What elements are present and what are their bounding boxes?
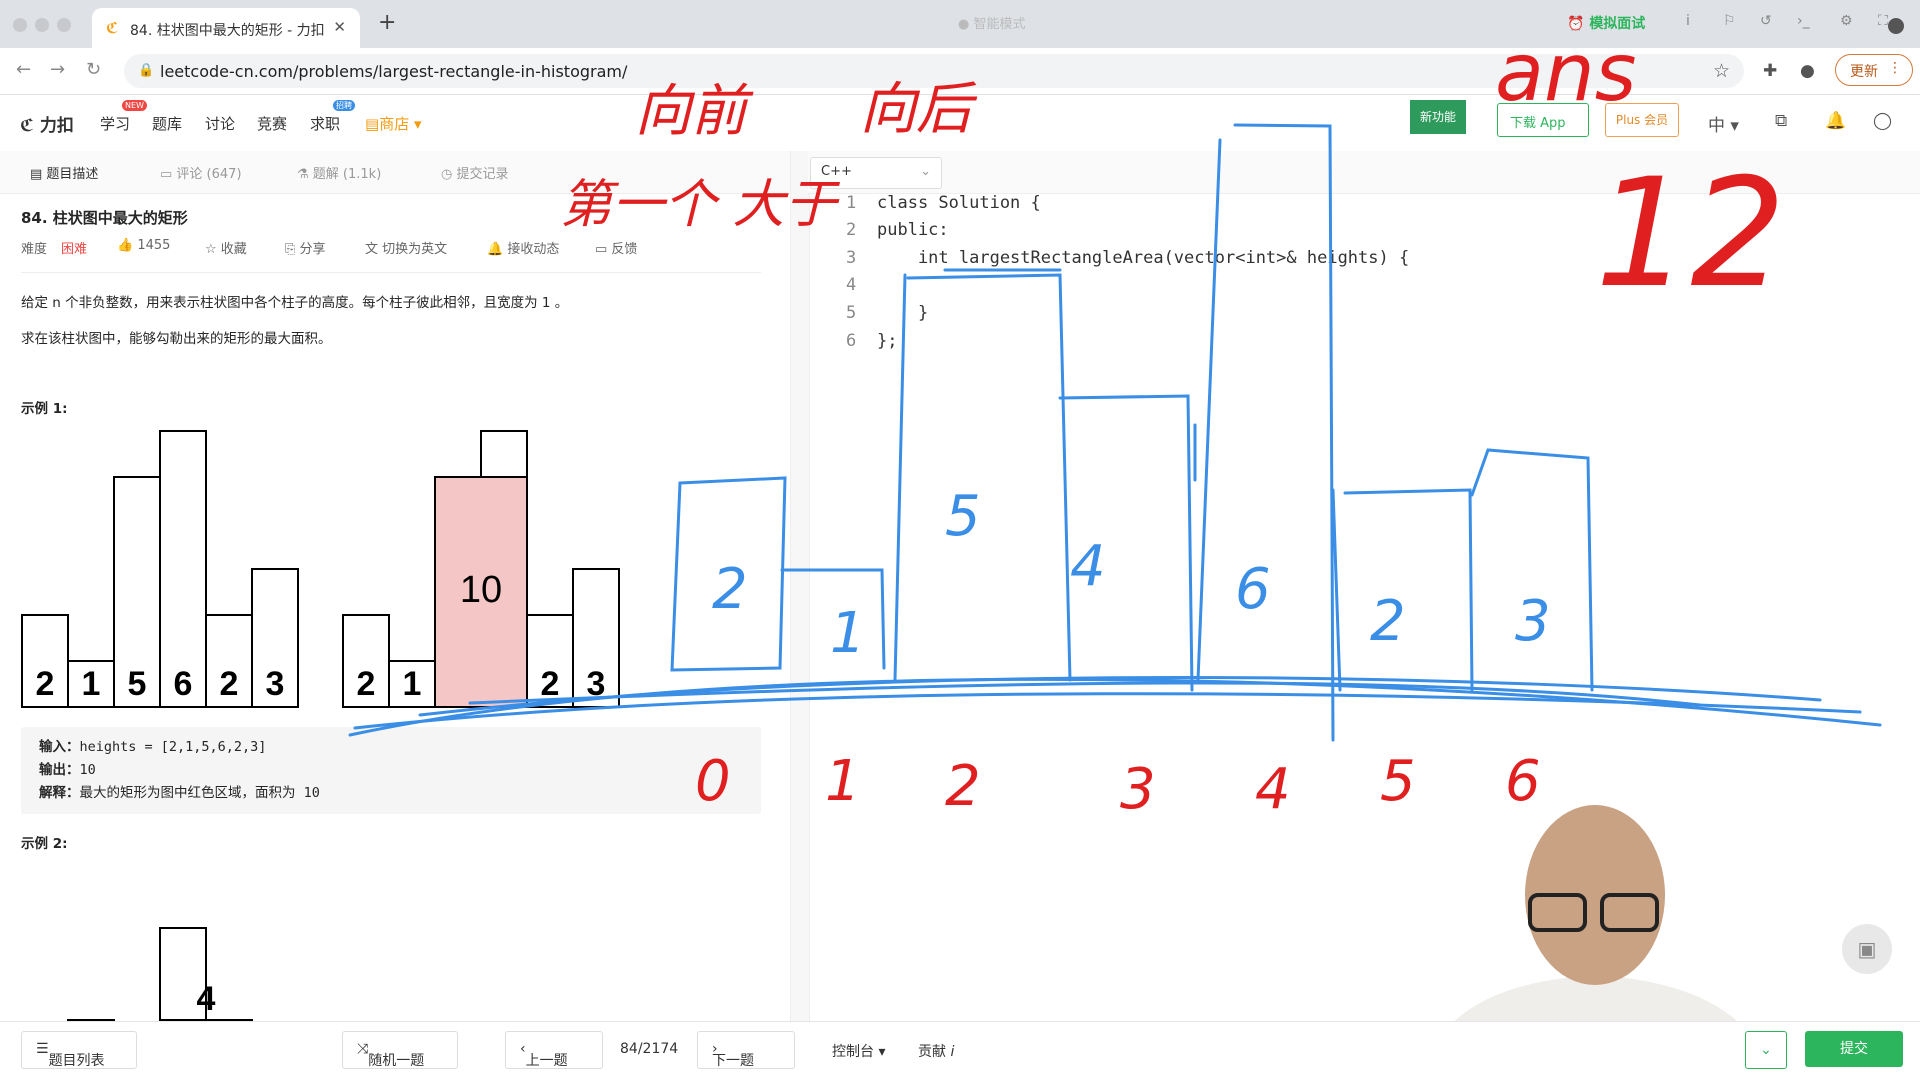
ans-note: ans bbox=[1495, 26, 1636, 119]
problem-list-label: 题目列表 bbox=[48, 1053, 105, 1069]
drawn-bar-label: 4 bbox=[1070, 534, 1106, 599]
random-problem-button[interactable]: ⤨ 随机一题 bbox=[342, 1031, 458, 1069]
drawn-bar bbox=[1343, 488, 1474, 692]
contribute-link[interactable]: 贡献 i bbox=[918, 1041, 954, 1061]
bottom-bar: ☰ 题目列表 ⤨ 随机一题 ‹ 上一题 84/2174 下一题 › 控制台 ▾ … bbox=[0, 1021, 1920, 1080]
index-label: 4 bbox=[1255, 757, 1291, 822]
index-label: 2 bbox=[945, 754, 981, 819]
index-label: 3 bbox=[1120, 757, 1156, 822]
ans-value: 12 bbox=[1595, 147, 1786, 321]
drawn-bar-label: 2 bbox=[1370, 589, 1406, 654]
prev-problem-button[interactable]: ‹ 上一题 bbox=[505, 1031, 603, 1069]
console-label: 控制台 bbox=[832, 1044, 874, 1060]
drawn-bar-label: 2 bbox=[712, 557, 748, 622]
drawn-bar-labels: 2 1 5 4 6 2 3 bbox=[712, 484, 1551, 666]
forward-note: 向前 bbox=[635, 79, 754, 144]
next-problem-label: 下一题 bbox=[712, 1053, 754, 1069]
next-problem-button[interactable]: 下一题 › bbox=[697, 1031, 795, 1069]
drawn-bar bbox=[1233, 123, 1335, 742]
console-toggle[interactable]: 控制台 ▾ bbox=[832, 1041, 885, 1061]
drawn-bar-label: 1 bbox=[830, 601, 866, 666]
random-problem-label: 随机一题 bbox=[368, 1053, 425, 1069]
prev-problem-label: 上一题 bbox=[525, 1053, 568, 1069]
contribute-label: 贡献 bbox=[918, 1044, 946, 1060]
drawn-bar-label: 5 bbox=[945, 484, 981, 549]
first-greater-note: 第一个 大于 bbox=[560, 175, 841, 235]
drawn-bar-edge bbox=[1196, 138, 1222, 682]
index-label: 0 bbox=[695, 749, 731, 814]
submit-button[interactable]: 提交 bbox=[1805, 1031, 1903, 1067]
notes-icon[interactable]: ▣ bbox=[1842, 924, 1892, 974]
drawn-bar-label: 3 bbox=[1515, 589, 1551, 654]
drawn-bar-label: 6 bbox=[1235, 557, 1271, 622]
index-label: 1 bbox=[825, 749, 861, 814]
page-indicator: 84/2174 bbox=[620, 1041, 679, 1057]
drawn-bar bbox=[906, 273, 1072, 682]
backward-note: 向后 bbox=[860, 77, 978, 142]
run-dropdown-button[interactable]: ⌄ bbox=[1745, 1031, 1787, 1069]
drawn-bar bbox=[1470, 448, 1594, 692]
problem-list-button[interactable]: ☰ 题目列表 bbox=[21, 1031, 137, 1069]
drawn-bar-edge bbox=[893, 273, 907, 682]
